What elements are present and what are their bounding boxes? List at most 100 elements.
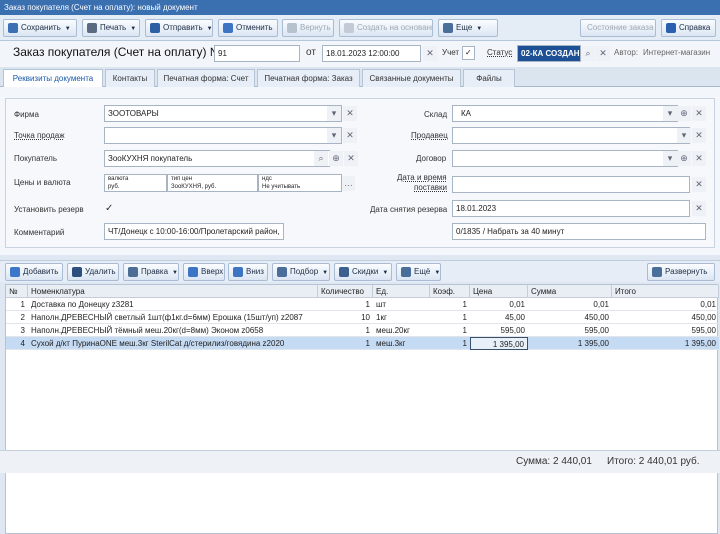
chevron-down-icon[interactable]: ▾ — [663, 106, 677, 121]
status-label: Статус — [487, 48, 513, 57]
author-label: Автор: — [614, 48, 639, 57]
reserve-checkbox[interactable]: ✓ — [105, 203, 113, 214]
tab-print-invoice[interactable]: Печатная форма: Счет — [157, 69, 255, 87]
clear-icon[interactable]: ✕ — [692, 201, 706, 216]
grid-more-button[interactable]: Ещё ▼ — [396, 263, 441, 281]
clear-icon[interactable]: ✕ — [692, 128, 706, 143]
vat-cell[interactable]: ндс Не учитывать — [258, 174, 342, 192]
row-unit: 1кг — [376, 313, 387, 322]
move-up-button[interactable]: Вверх — [183, 263, 225, 281]
seller-field[interactable] — [452, 127, 690, 144]
add-row-button[interactable]: Добавить — [5, 263, 63, 281]
row-unit: меш.20кг — [376, 326, 410, 335]
help-button[interactable]: Справка — [661, 19, 716, 37]
search-icon[interactable]: ⌕ — [314, 151, 328, 166]
warehouse-label: Склад — [424, 110, 448, 119]
ellipsis-icon[interactable]: … — [342, 176, 355, 191]
date-field[interactable]: 18.01.2023 12:00:00 — [322, 45, 421, 62]
column-header-coef[interactable]: Коэф. — [430, 285, 470, 298]
column-header-total[interactable]: Итого — [612, 285, 719, 298]
add-icon[interactable]: ⊕ — [329, 151, 343, 166]
add-icon[interactable]: ⊕ — [677, 151, 691, 166]
buyer-field[interactable]: ЗооКУХНЯ покупатель — [104, 150, 330, 167]
point-label: Точка продаж — [14, 131, 65, 140]
main-toolbar: Сохранить ▼ Печать ▼ Отправить ▼ Отменить В… — [0, 15, 720, 41]
redo-button[interactable]: Вернуть — [282, 19, 334, 37]
comment-field-left[interactable]: ЧТ/Донецк с 10:00-16:00/Пролетарский рай… — [104, 223, 284, 240]
clear-icon[interactable]: ✕ — [596, 46, 610, 61]
send-button[interactable]: Отправить ▼ — [145, 19, 213, 37]
discounts-button[interactable]: Скидки ▼ — [334, 263, 392, 281]
tab-requisites[interactable]: Реквизиты документа — [3, 69, 103, 87]
column-header-price[interactable]: Цена — [470, 285, 528, 298]
row-total: 0,01 — [700, 300, 716, 309]
table-row[interactable]: 2 Наполн.ДРЕВЕСНЫЙ светлый 1шт(ф1кг.d=6м… — [6, 311, 719, 324]
create-based-button[interactable]: Создать на основании▼ — [339, 19, 433, 37]
column-header-sum[interactable]: Сумма — [528, 285, 612, 298]
clear-icon[interactable]: ✕ — [343, 128, 357, 143]
clear-icon[interactable]: ✕ — [692, 106, 706, 121]
point-field[interactable] — [104, 127, 342, 144]
reserve-date-field[interactable]: 18.01.2023 — [452, 200, 690, 217]
undo-button[interactable]: Отменить — [218, 19, 278, 37]
print-button[interactable]: Печать ▼ — [82, 19, 140, 37]
clear-icon[interactable]: ✕ — [344, 151, 358, 166]
row-quantity: 1 — [365, 326, 370, 335]
chevron-down-icon: ▼ — [382, 270, 389, 276]
tab-related-documents[interactable]: Связанные документы — [362, 69, 461, 87]
row-number: 4 — [20, 339, 25, 348]
table-row-selected[interactable]: 4 Сухой д/кт ПуринаONE меш.3кг SterilCat… — [6, 337, 719, 350]
items-table[interactable]: № Номенклатура Количество Ед. Коэф. Цена… — [5, 284, 719, 534]
expand-button[interactable]: Развернуть — [647, 263, 715, 281]
price-type-cell[interactable]: тип цен ЗооКУХНЯ, руб. — [167, 174, 258, 192]
select-button[interactable]: Подбор ▼ — [272, 263, 330, 281]
table-row[interactable]: 1 Доставка по Донецку z3281 1 шт 1 0,01 … — [6, 298, 719, 311]
row-sum: 450,00 — [584, 313, 609, 322]
contract-field[interactable] — [452, 150, 678, 167]
row-sum: 1 395,00 — [577, 339, 609, 348]
add-icon[interactable]: ⊕ — [677, 106, 691, 121]
edit-button[interactable]: Правка ▼ — [123, 263, 179, 281]
row-price-editing[interactable]: 1 395,00 — [470, 337, 528, 350]
column-header-item[interactable]: Номенклатура — [28, 285, 318, 298]
grid-toolbar: Добавить Удалить Правка ▼ Вверх Вниз Подб… — [0, 260, 720, 282]
tab-contacts[interactable]: Контакты — [105, 69, 155, 87]
delete-row-button[interactable]: Удалить — [67, 263, 119, 281]
print-icon — [87, 23, 97, 33]
chevron-down-icon[interactable]: ▾ — [677, 128, 691, 143]
order-state-button[interactable]: Состояние заказа — [580, 19, 656, 37]
page-title: Заказ покупателя (Счет на оплату) № — [13, 45, 223, 59]
delivery-field[interactable] — [452, 176, 690, 193]
redo-icon — [287, 23, 297, 33]
clear-icon[interactable]: ✕ — [343, 106, 357, 121]
save-button[interactable]: Сохранить ▼ — [3, 19, 77, 37]
move-down-button[interactable]: Вниз — [228, 263, 268, 281]
more-button[interactable]: Еще ▼ — [438, 19, 498, 37]
tab-print-order[interactable]: Печатная форма: Заказ — [257, 69, 360, 87]
reserve-label: Установить резерв — [14, 205, 84, 214]
document-icon — [344, 23, 354, 33]
clear-icon[interactable]: ✕ — [692, 151, 706, 166]
delivery-label-2: поставки — [414, 183, 448, 192]
account-checkbox[interactable]: ✓ — [462, 46, 475, 60]
warehouse-field[interactable]: КА — [452, 105, 678, 122]
tab-files[interactable]: Файлы — [463, 69, 515, 87]
clear-icon[interactable]: ✕ — [692, 177, 706, 192]
comment-field-right[interactable]: 0/1835 / Набрать за 40 минут — [452, 223, 706, 240]
chevron-down-icon[interactable]: ▾ — [327, 128, 341, 143]
number-field[interactable]: 91 — [214, 45, 300, 62]
column-header-unit[interactable]: Ед. — [373, 285, 430, 298]
clear-icon[interactable]: ✕ — [423, 46, 437, 61]
edit-icon — [128, 267, 138, 277]
table-row[interactable]: 3 Наполн.ДРЕВЕСНЫЙ тёмный меш.20кг(d=8мм… — [6, 324, 719, 337]
firm-field[interactable]: ЗООТОВАРЫ — [104, 105, 342, 122]
status-value[interactable]: 02-КА СОЗДАН — [517, 45, 581, 62]
column-header-number[interactable]: № — [6, 285, 28, 298]
chevron-down-icon[interactable]: ▾ — [663, 151, 677, 166]
column-header-quantity[interactable]: Количество — [318, 285, 373, 298]
search-icon[interactable]: ⌕ — [581, 46, 595, 61]
currency-cell[interactable]: валюта руб. — [104, 174, 167, 192]
seller-label: Продавец — [411, 131, 448, 140]
reserve-date-label: Дата снятия резерва — [370, 205, 448, 214]
chevron-down-icon[interactable]: ▾ — [327, 106, 341, 121]
